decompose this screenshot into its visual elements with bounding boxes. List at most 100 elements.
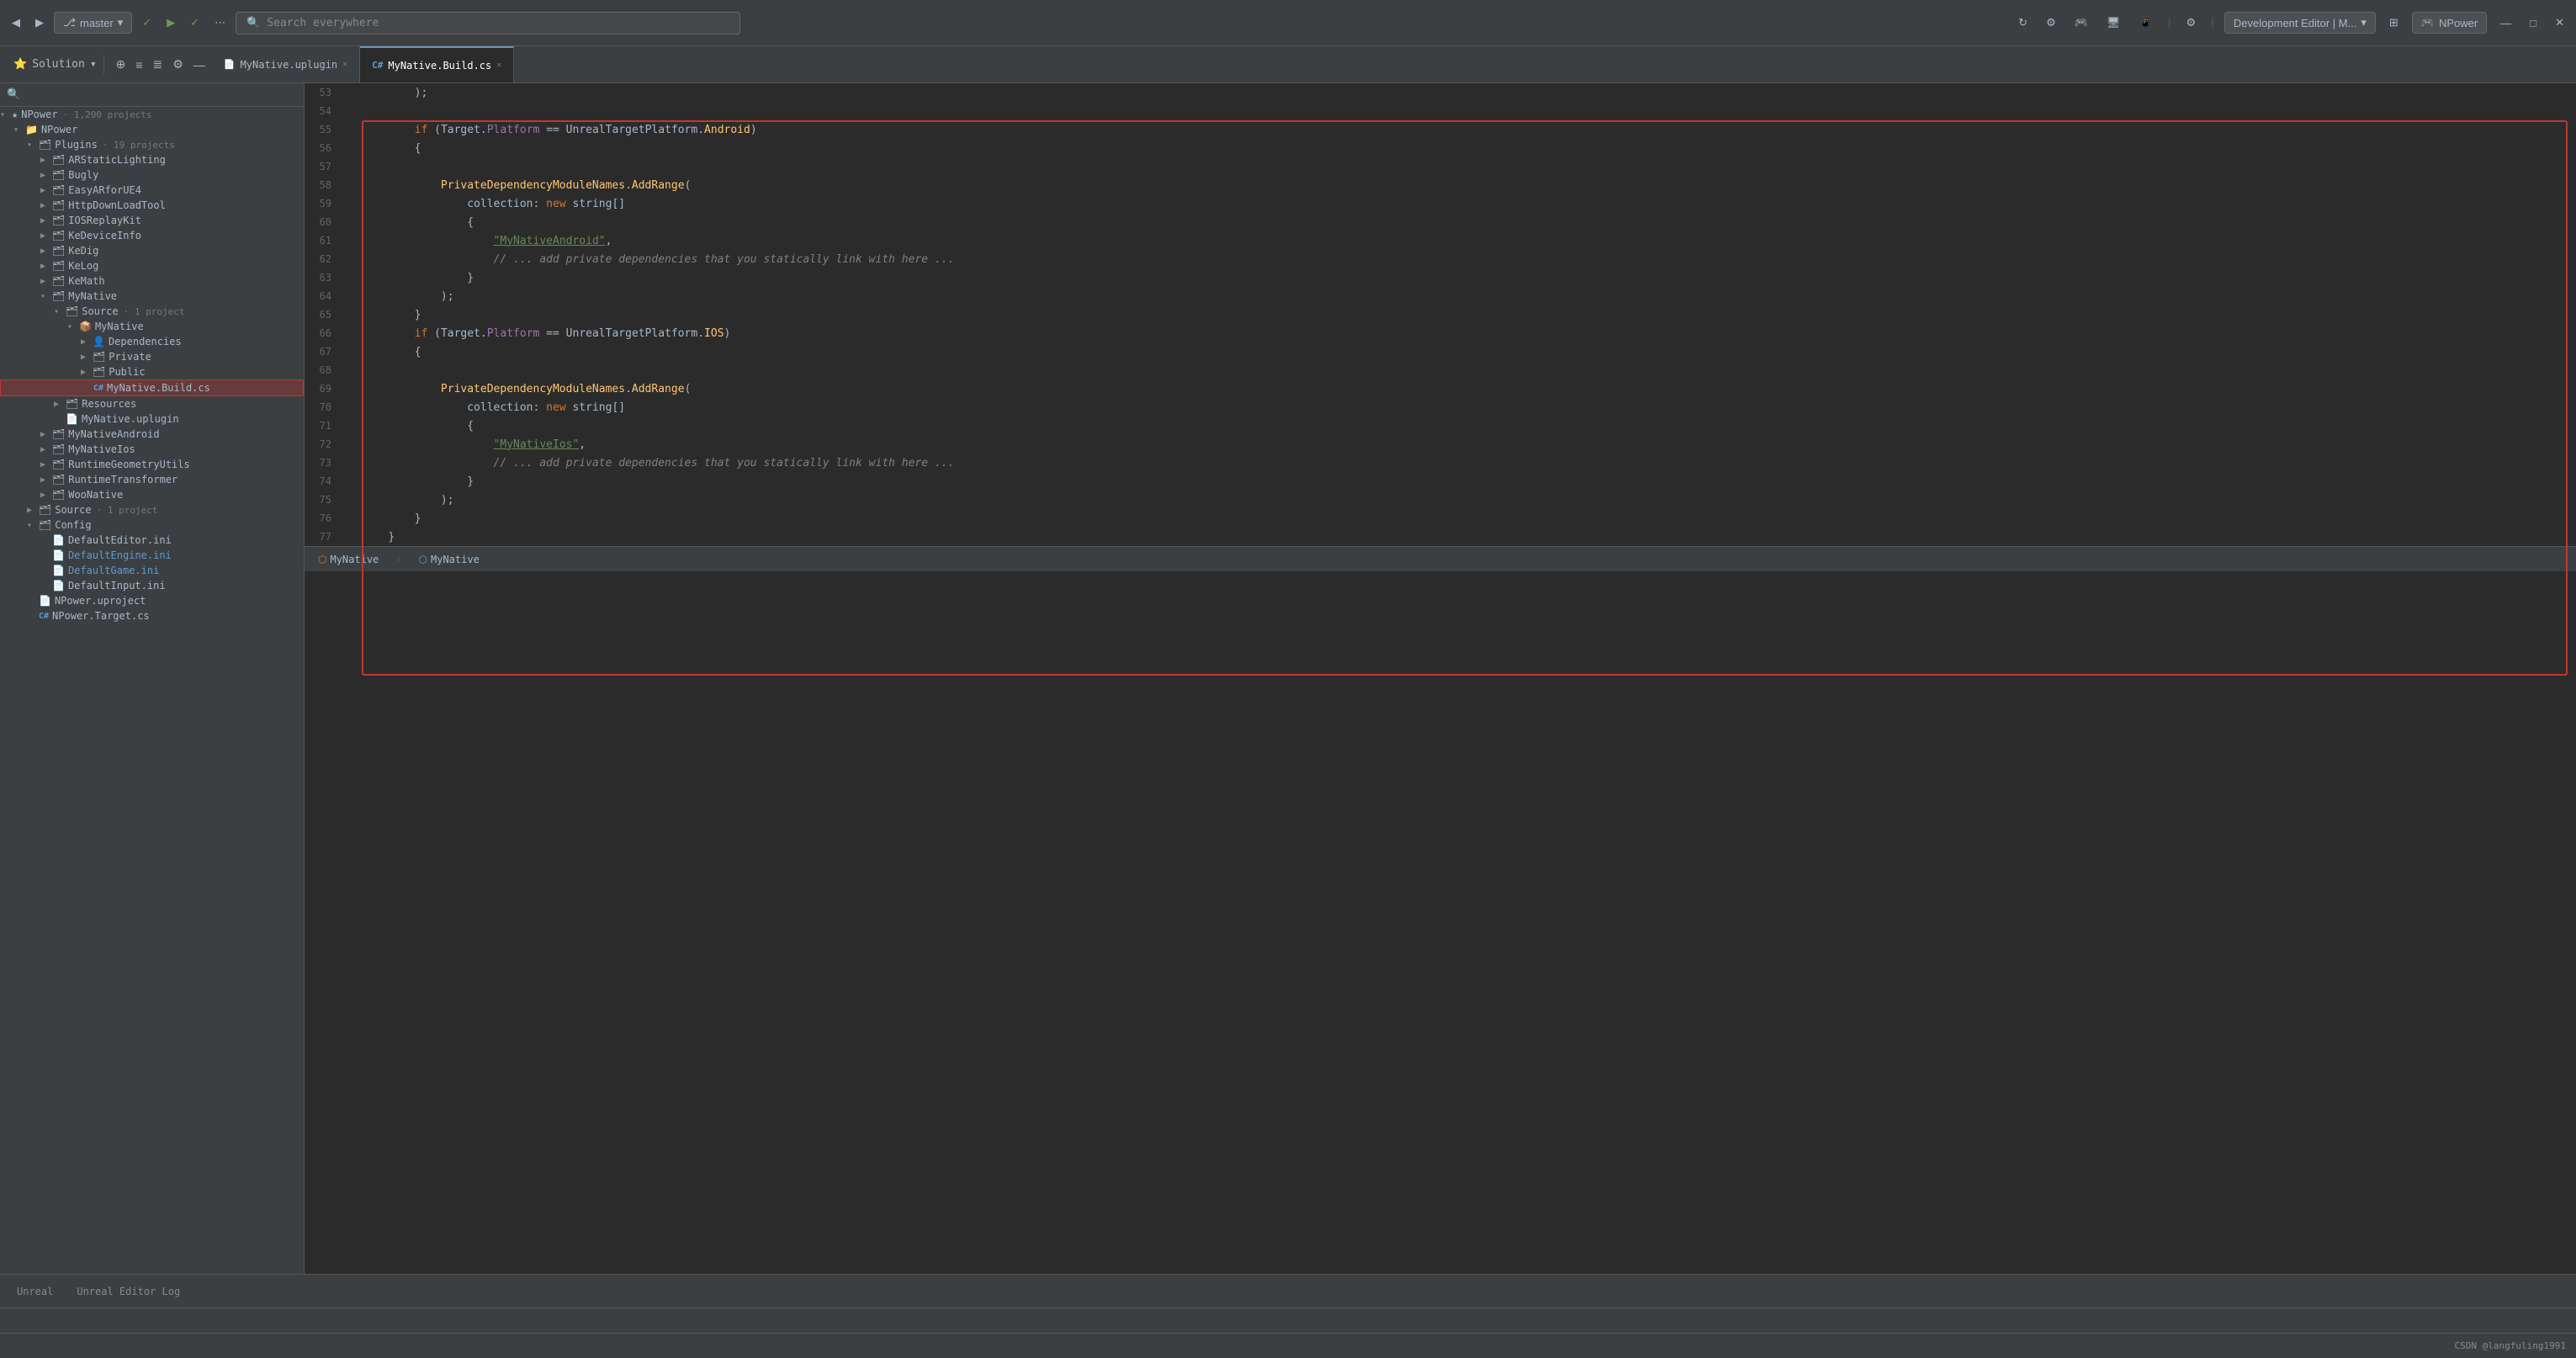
tree-item-defaultgame[interactable]: ▶ 📄 DefaultGame.ini <box>0 563 304 578</box>
tree-item-npower-root[interactable]: ▾ ★ NPower · 1,200 projects <box>0 107 304 122</box>
tree-item-npower-uproject[interactable]: ▶ 📄 NPower.uproject <box>0 593 304 608</box>
code-line-65: 65 } <box>305 305 2576 324</box>
status-bar: CSDN @langfuling1991 <box>0 1333 2576 1358</box>
label-build-cs: MyNative.Build.cs <box>107 382 210 394</box>
label-defaultengine: DefaultEngine.ini <box>68 549 172 561</box>
label-httpdownload: HttpDownLoadTool <box>68 199 166 211</box>
tree-item-defaulteditor[interactable]: ▶ 📄 DefaultEditor.ini <box>0 533 304 548</box>
line-num-54: 54 <box>305 105 345 117</box>
tree-item-kedevice[interactable]: ▶ 🗂 KeDeviceInfo <box>0 228 304 243</box>
tree-item-defaultengine[interactable]: ▶ 📄 DefaultEngine.ini <box>0 548 304 563</box>
tree-item-config[interactable]: ▾ 🗂 Config <box>0 517 304 533</box>
tree-item-mynativeios[interactable]: ▶ 🗂 MyNativeIos <box>0 442 304 457</box>
code-line-59: 59 collection: new string[] <box>305 194 2576 213</box>
arrow-mynativeandroid: ▶ <box>40 430 50 439</box>
tree-item-arstaticlight[interactable]: ▶ 🗂 ARStaticLighting <box>0 152 304 167</box>
close-button[interactable]: ✕ <box>2550 13 2569 33</box>
tree-item-kelog[interactable]: ▶ 🗂 KeLog <box>0 258 304 273</box>
tree-item-source[interactable]: ▾ 🗂 Source · 1 project <box>0 304 304 319</box>
tab-unreal[interactable]: Unreal <box>7 1282 63 1301</box>
npower-button[interactable]: 🎮 NPower <box>2412 12 2487 34</box>
back-button[interactable]: ◀ <box>7 13 25 33</box>
label-easyar: EasyARforUE4 <box>68 184 141 196</box>
tree-item-uplugin[interactable]: ▶ 📄 MyNative.uplugin <box>0 411 304 427</box>
expand-button[interactable]: ⊞ <box>2384 13 2404 33</box>
more-button[interactable]: ⋯ <box>209 13 231 33</box>
tree-item-npower[interactable]: ▾ 📁 NPower <box>0 122 304 137</box>
arrow-resources: ▶ <box>54 400 64 409</box>
forward-button[interactable]: ▶ <box>30 13 49 33</box>
tree-item-private[interactable]: ▶ 🗂 Private <box>0 349 304 364</box>
search-bar[interactable]: 🔍 Search everywhere <box>236 12 740 34</box>
tree-item-runtimetrans[interactable]: ▶ 🗂 RuntimeTransformer <box>0 472 304 487</box>
tree-item-mynative[interactable]: ▾ 🗂 MyNative <box>0 289 304 304</box>
settings-view-button[interactable]: ⚙ <box>169 54 187 75</box>
list-view-button[interactable]: ≡ <box>132 55 146 75</box>
tab-uplugin[interactable]: 📄 MyNative.uplugin ✕ <box>212 46 360 82</box>
tree-item-iosreplay[interactable]: ▶ 🗂 IOSReplayKit <box>0 213 304 228</box>
sidebar-search-input[interactable] <box>25 89 297 101</box>
dev-editor-button[interactable]: Development Editor | M... ▾ <box>2224 12 2376 34</box>
tree-item-easyar[interactable]: ▶ 🗂 EasyARforUE4 <box>0 183 304 198</box>
tree-item-defaultinput[interactable]: ▶ 📄 DefaultInput.ini <box>0 578 304 593</box>
line-content-53: ); <box>362 87 2576 99</box>
label-defaulteditor: DefaultEditor.ini <box>68 534 172 546</box>
code-line-60: 60 { <box>305 213 2576 231</box>
tab-unreal-editor-log[interactable]: Unreal Editor Log <box>66 1282 190 1301</box>
tree-item-woonative[interactable]: ▶ 🗂 WooNative <box>0 487 304 502</box>
solution-dropdown: ▾ <box>90 58 97 71</box>
arrow-plugins: ▾ <box>27 141 37 150</box>
minimize-button[interactable]: — <box>2495 13 2516 33</box>
branch-selector[interactable]: ⎇ master ▾ <box>54 12 132 34</box>
run-button[interactable]: ▶ <box>162 13 180 33</box>
tree-item-source2[interactable]: ▶ 🗂 Source · 1 project <box>0 502 304 517</box>
suffix-npower-root: · 1,200 projects <box>63 109 152 120</box>
arrow-dependencies: ▶ <box>81 337 91 347</box>
tree-item-mynativeandroid[interactable]: ▶ 🗂 MyNativeAndroid <box>0 427 304 442</box>
tree-view-button[interactable]: ≣ <box>150 54 167 75</box>
search-icon: 🔍 <box>246 17 260 29</box>
suffix-source2: · 1 project <box>97 505 158 516</box>
tree-item-resources[interactable]: ▶ 🗂 Resources <box>0 396 304 411</box>
tab-build-cs[interactable]: C# MyNative.Build.cs ✕ <box>360 46 514 82</box>
tree-item-kedig[interactable]: ▶ 🗂 KeDig <box>0 243 304 258</box>
icon-resources: 🗂 <box>66 398 78 410</box>
line-num-63: 63 <box>305 272 345 284</box>
add-project-button[interactable]: ⊕ <box>113 54 130 75</box>
tree-item-build-cs[interactable]: ▶ C# MyNative.Build.cs <box>0 379 304 396</box>
label-defaultgame: DefaultGame.ini <box>68 565 159 576</box>
label-iosreplay: IOSReplayKit <box>68 215 141 226</box>
tree-item-httpdownload[interactable]: ▶ 🗂 HttpDownLoadTool <box>0 198 304 213</box>
game-icon-button[interactable]: 🎮 <box>2070 13 2093 33</box>
tree-item-mynative-proj[interactable]: ▾ 📦 MyNative <box>0 319 304 334</box>
label-runtimetrans: RuntimeTransformer <box>68 474 178 485</box>
code-line-55: 55 if (Target.Platform == UnrealTargetPl… <box>305 120 2576 139</box>
collapse-button[interactable]: — <box>190 55 209 75</box>
tree-item-npower-target[interactable]: ▶ C# NPower.Target.cs <box>0 608 304 623</box>
icon-dependencies: 👤 <box>93 336 105 347</box>
line-content-69: PrivateDependencyModuleNames.AddRange( <box>362 383 2576 395</box>
settings2-button[interactable]: ⚙ <box>2181 13 2201 33</box>
maximize-button[interactable]: □ <box>2525 13 2542 33</box>
search-placeholder: Search everywhere <box>267 17 379 29</box>
tab-uplugin-close[interactable]: ✕ <box>342 60 347 69</box>
sync-button[interactable]: ↻ <box>2013 13 2033 33</box>
tree-item-dependencies[interactable]: ▶ 👤 Dependencies <box>0 334 304 349</box>
tree-item-kemath[interactable]: ▶ 🗂 KeMath <box>0 273 304 289</box>
tree-item-public[interactable]: ▶ 🗂 Public <box>0 364 304 379</box>
check-button[interactable]: ✓ <box>137 13 156 33</box>
tree-item-runtimegeo[interactable]: ▶ 🗂 RuntimeGeometryUtils <box>0 457 304 472</box>
settings-button[interactable]: ⚙ <box>2041 13 2061 33</box>
breadcrumb-1[interactable]: ⬡ MyNative <box>318 554 379 565</box>
code-editor[interactable]: 53 ); 54 55 if (Target.Platform == Unrea… <box>305 83 2576 1274</box>
icon-public: 🗂 <box>93 366 105 378</box>
breadcrumb-2[interactable]: ⬡ MyNative <box>419 554 480 565</box>
device-button[interactable]: 📱 <box>2133 13 2157 33</box>
tree-item-bugly[interactable]: ▶ 🗂 Bugly <box>0 167 304 183</box>
line-content-70: collection: new string[] <box>362 401 2576 414</box>
tab-build-cs-close[interactable]: ✕ <box>496 61 501 70</box>
build-ok-button[interactable]: ✓ <box>185 13 204 33</box>
monitor-button[interactable]: 🖥 <box>2102 13 2126 33</box>
line-num-70: 70 <box>305 401 345 413</box>
tree-item-plugins[interactable]: ▾ 🗂 Plugins · 19 projects <box>0 137 304 152</box>
